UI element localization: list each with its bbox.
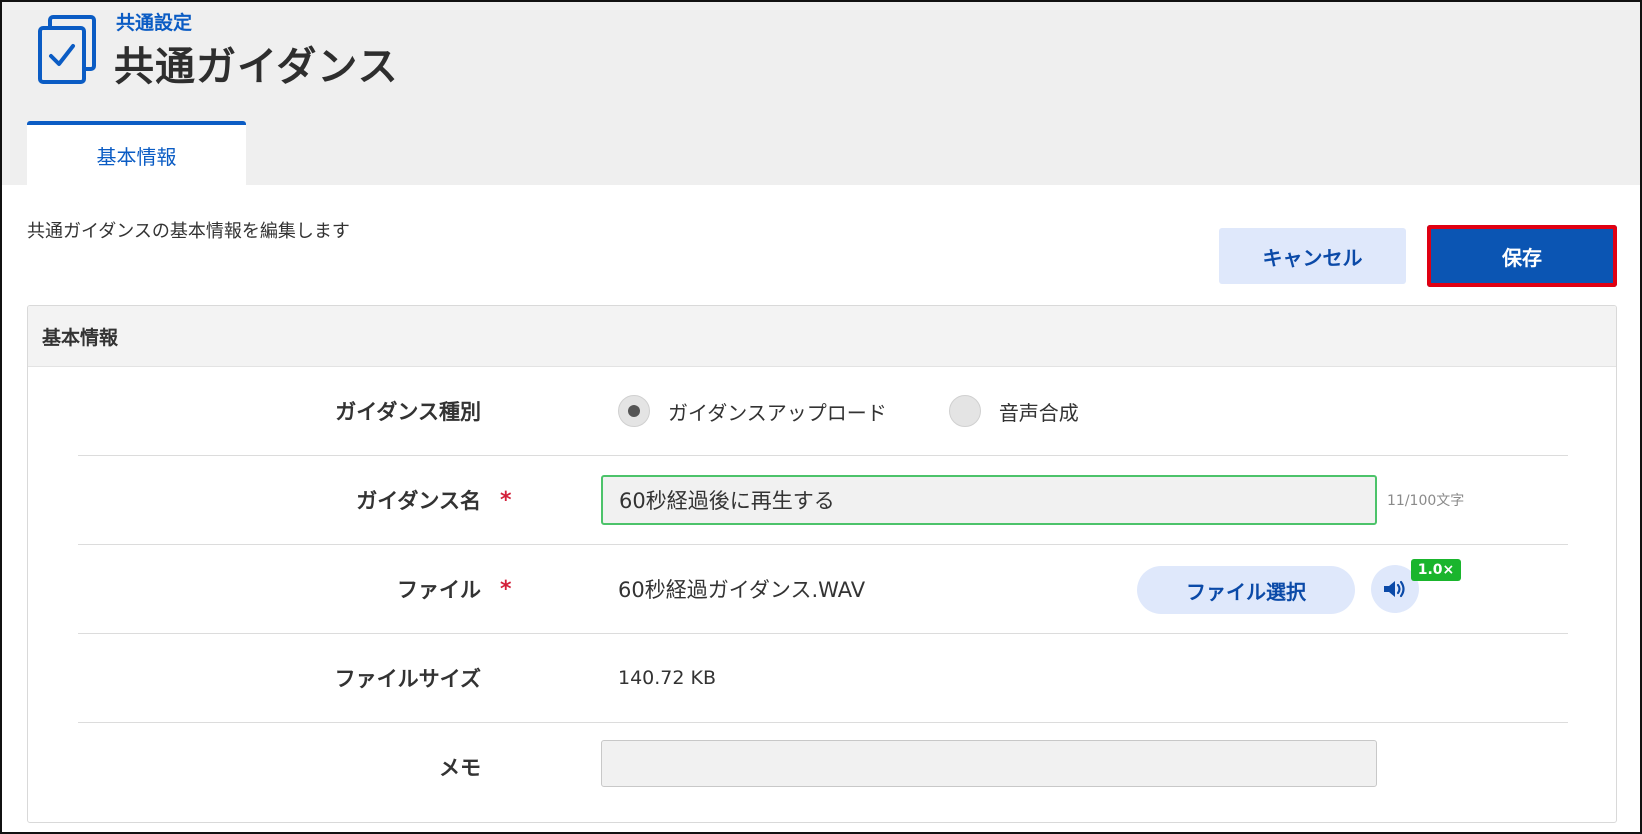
radio-selected-dot: [628, 405, 640, 417]
radio-upload[interactable]: [618, 395, 650, 427]
radio-tts[interactable]: [948, 395, 981, 427]
radio-tts-label[interactable]: 音声合成: [999, 397, 1079, 426]
file-size-row: ファイルサイズ 140.72 KB: [78, 634, 1568, 723]
guidance-type-radio-group: ガイダンスアップロード 音声合成: [618, 367, 1079, 455]
char-counter: 11/100文字: [1387, 493, 1465, 509]
guidance-type-label: ガイダンス種別: [335, 400, 481, 424]
page-title: 共通ガイダンス: [114, 44, 399, 90]
basic-info-panel: 基本情報 ガイダンス種別 ガイダンスアップロード 音声合成 ガイダンス名 * 6…: [27, 305, 1617, 823]
breadcrumb[interactable]: 共通設定: [116, 8, 192, 35]
file-select-button[interactable]: ファイル選択: [1137, 566, 1355, 614]
tab-basic-info[interactable]: 基本情報: [27, 121, 246, 185]
file-size-value: 140.72 KB: [618, 667, 717, 689]
checklist-icon: [38, 15, 96, 84]
memo-textarea[interactable]: [601, 740, 1377, 787]
radio-upload-label[interactable]: ガイダンスアップロード: [668, 397, 887, 426]
page-header: 共通設定 共通ガイダンス 基本情報: [2, 2, 1640, 185]
file-row: ファイル * 60秒経過ガイダンス.WAV ファイル選択 1.0×: [78, 545, 1568, 634]
guidance-name-input[interactable]: 60秒経過後に再生する: [601, 475, 1377, 525]
save-button[interactable]: 保存: [1427, 225, 1617, 287]
app-frame: 共通設定 共通ガイダンス 基本情報 共通ガイダンスの基本情報を編集します キャン…: [0, 0, 1642, 834]
playback-speed-badge[interactable]: 1.0×: [1411, 559, 1461, 581]
file-size-label: ファイルサイズ: [334, 667, 481, 691]
memo-label: メモ: [439, 756, 481, 780]
required-mark: *: [500, 487, 512, 513]
panel-title: 基本情報: [28, 306, 1616, 367]
cancel-button[interactable]: キャンセル: [1219, 228, 1406, 284]
guidance-name-label: ガイダンス名: [356, 489, 481, 513]
file-name: 60秒経過ガイダンス.WAV: [618, 578, 866, 602]
guidance-type-row: ガイダンス種別 ガイダンスアップロード 音声合成: [78, 367, 1568, 456]
speaker-icon: [1384, 580, 1405, 598]
file-label: ファイル: [397, 578, 481, 602]
page-description: 共通ガイダンスの基本情報を編集します: [27, 221, 350, 242]
guidance-name-row: ガイダンス名 * 60秒経過後に再生する 11/100文字: [78, 456, 1568, 545]
memo-row: メモ: [78, 723, 1568, 812]
required-mark: *: [500, 576, 512, 602]
